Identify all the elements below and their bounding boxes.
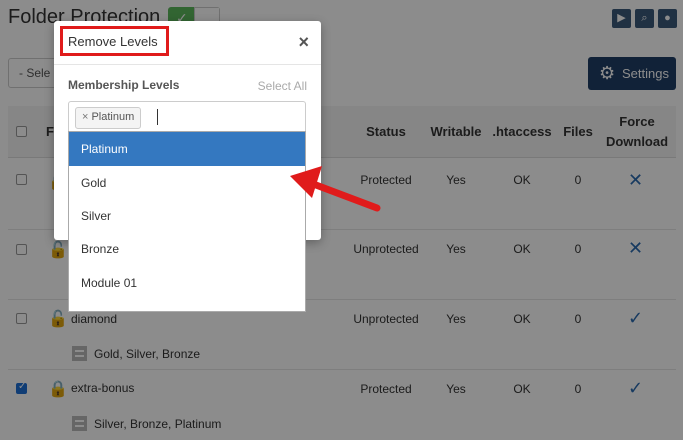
annotation-arrow: [290, 166, 381, 212]
arrow-shaft: [304, 178, 381, 212]
